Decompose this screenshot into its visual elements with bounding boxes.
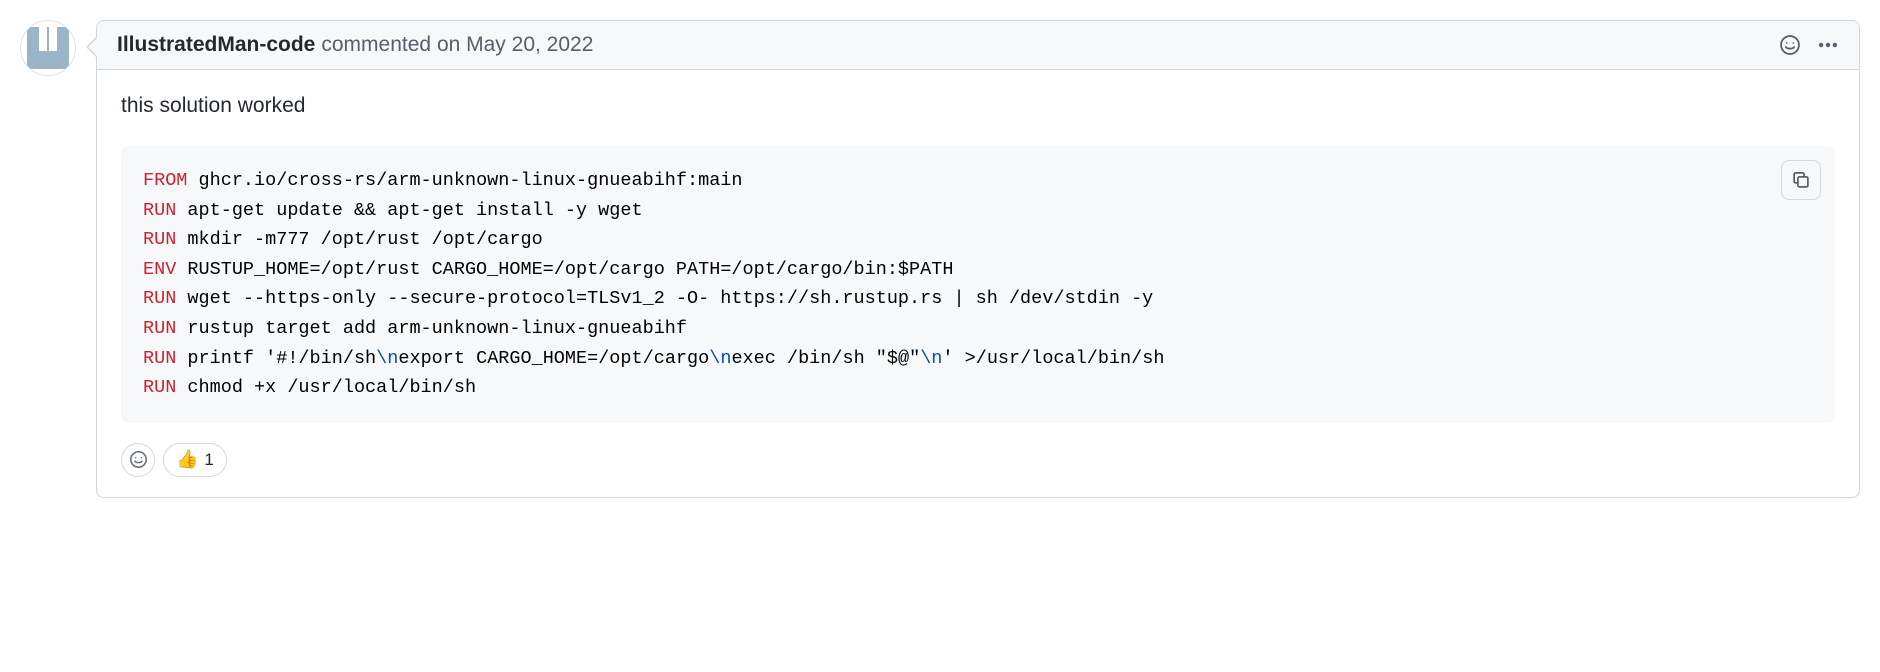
react-icon-button[interactable]: [1779, 34, 1801, 56]
escape-sequence: \n: [709, 348, 731, 369]
code-line: ENV RUSTUP_HOME=/opt/rust CARGO_HOME=/op…: [143, 255, 1813, 285]
reaction-pill[interactable]: 👍1: [163, 443, 227, 477]
code-line: RUN chmod +x /usr/local/bin/sh: [143, 373, 1813, 403]
dockerfile-keyword: RUN: [143, 288, 176, 309]
comment-container: IllustratedMan-code commented on May 20,…: [20, 20, 1860, 498]
reaction-emoji: 👍: [176, 449, 198, 470]
reaction-count: 1: [204, 450, 213, 470]
dockerfile-keyword: RUN: [143, 318, 176, 339]
code-line: RUN wget --https-only --secure-protocol=…: [143, 284, 1813, 314]
escape-sequence: \n: [376, 348, 398, 369]
comment-meta: commented on May 20, 2022: [321, 33, 593, 57]
avatar-column: [20, 20, 76, 498]
dockerfile-keyword: RUN: [143, 348, 176, 369]
dockerfile-keyword: ENV: [143, 259, 176, 280]
code-block: FROM ghcr.io/cross-rs/arm-unknown-linux-…: [121, 146, 1835, 423]
code-text: mkdir -m777 /opt/rust /opt/cargo: [176, 229, 542, 250]
comment-header-actions: [1779, 34, 1839, 56]
code-content: FROM ghcr.io/cross-rs/arm-unknown-linux-…: [143, 166, 1813, 403]
code-line: RUN apt-get update && apt-get install -y…: [143, 196, 1813, 226]
copy-icon: [1791, 170, 1811, 190]
code-text: ghcr.io/cross-rs/arm-unknown-linux-gnuea…: [187, 170, 742, 191]
author-link[interactable]: IllustratedMan-code: [117, 33, 315, 57]
code-text: rustup target add arm-unknown-linux-gnue…: [176, 318, 687, 339]
kebab-menu-button[interactable]: [1817, 34, 1839, 56]
code-line: RUN printf '#!/bin/sh\nexport CARGO_HOME…: [143, 344, 1813, 374]
avatar[interactable]: [20, 20, 76, 76]
dockerfile-keyword: RUN: [143, 200, 176, 221]
reactions-bar: 👍1: [121, 443, 1835, 477]
code-line: RUN mkdir -m777 /opt/rust /opt/cargo: [143, 225, 1813, 255]
escape-sequence: \n: [920, 348, 942, 369]
comment-header-left: IllustratedMan-code commented on May 20,…: [117, 33, 593, 57]
comment-header: IllustratedMan-code commented on May 20,…: [97, 21, 1859, 70]
comment-timestamp[interactable]: on May 20, 2022: [437, 33, 593, 56]
code-text: apt-get update && apt-get install -y wge…: [176, 200, 642, 221]
code-text: RUSTUP_HOME=/opt/rust CARGO_HOME=/opt/ca…: [176, 259, 953, 280]
dockerfile-keyword: RUN: [143, 377, 176, 398]
code-text: ' >/usr/local/bin/sh: [942, 348, 1164, 369]
kebab-icon: [1817, 34, 1839, 56]
smiley-icon: [129, 450, 148, 469]
code-text: export CARGO_HOME=/opt/cargo: [398, 348, 709, 369]
code-text: printf '#!/bin/sh: [176, 348, 376, 369]
comment-box: IllustratedMan-code commented on May 20,…: [96, 20, 1860, 498]
add-reaction-button[interactable]: [121, 443, 155, 477]
dockerfile-keyword: RUN: [143, 229, 176, 250]
comment-text: this solution worked: [121, 94, 1835, 118]
code-text: chmod +x /usr/local/bin/sh: [176, 377, 476, 398]
copy-button[interactable]: [1781, 160, 1821, 200]
code-line: RUN rustup target add arm-unknown-linux-…: [143, 314, 1813, 344]
comment-action: commented: [321, 33, 437, 56]
comment-body: this solution worked FROM ghcr.io/cross-…: [97, 70, 1859, 497]
code-text: wget --https-only --secure-protocol=TLSv…: [176, 288, 1153, 309]
code-text: exec /bin/sh "$@": [731, 348, 920, 369]
dockerfile-keyword: FROM: [143, 170, 187, 191]
code-line: FROM ghcr.io/cross-rs/arm-unknown-linux-…: [143, 166, 1813, 196]
smiley-icon: [1779, 34, 1801, 56]
